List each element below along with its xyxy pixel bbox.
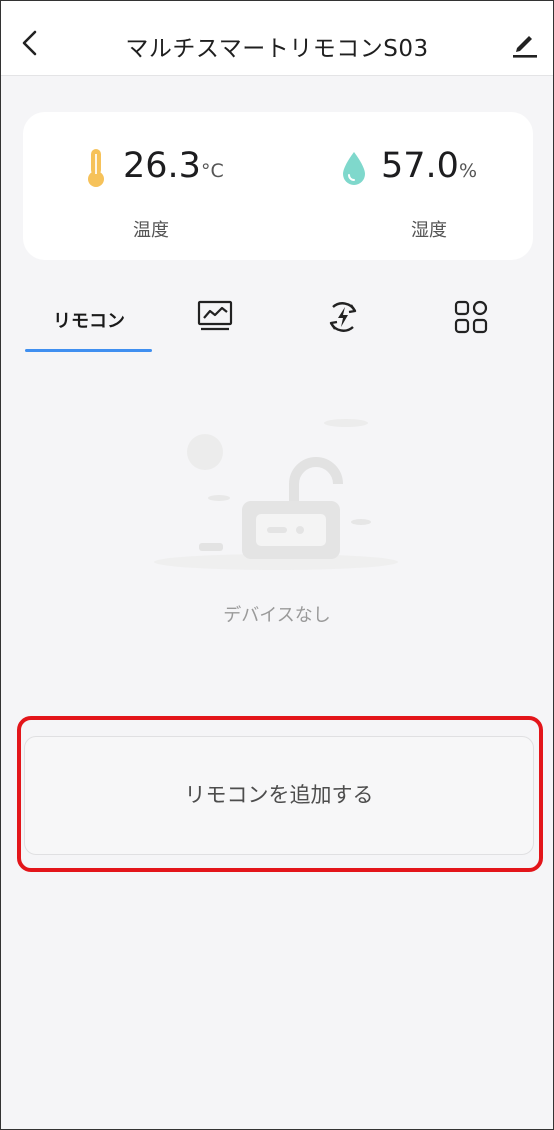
tab-bar: リモコン (1, 283, 553, 355)
tab-chart[interactable] (151, 283, 279, 355)
edit-button[interactable] (509, 27, 541, 59)
temperature-unit: °C (200, 160, 224, 182)
chevron-left-icon (22, 30, 37, 56)
temperature-value: 26.3°C (123, 146, 224, 186)
sensor-card: 26.3°C 温度 57.0% 湿度 (23, 112, 533, 260)
empty-state-text: デバイスなし (223, 605, 331, 626)
tab-energy[interactable] (279, 283, 407, 355)
chart-monitor-icon (197, 300, 233, 331)
back-button[interactable] (15, 27, 47, 59)
humidity-label: 湿度 (411, 220, 447, 241)
temperature-label: 温度 (133, 220, 169, 241)
add-remote-button[interactable]: リモコンを追加する (24, 736, 534, 855)
humidity-unit: % (458, 160, 477, 182)
app-screen: マルチスマートリモコンS03 26.3°C 温度 57.0% 湿度 リモコン デ… (0, 0, 554, 1130)
energy-refresh-icon (329, 302, 357, 332)
tab-remote[interactable]: リモコン (25, 283, 153, 355)
page-title: マルチスマートリモコンS03 (125, 36, 429, 62)
no-device-illustration-icon (154, 419, 398, 570)
tab-remote-label: リモコン (53, 311, 125, 332)
temperature-sensor: 26.3°C 温度 (83, 144, 283, 244)
water-drop-icon (343, 152, 365, 185)
humidity-number: 57.0 (381, 146, 459, 186)
temperature-number: 26.3 (123, 146, 201, 186)
pencil-icon (513, 36, 537, 58)
grid-apps-icon (454, 300, 488, 334)
humidity-sensor: 57.0% 湿度 (341, 144, 541, 244)
active-tab-indicator (25, 349, 152, 352)
tab-more[interactable] (407, 283, 535, 355)
thermometer-icon (88, 149, 104, 187)
humidity-value: 57.0% (381, 146, 477, 186)
header-bar: マルチスマートリモコンS03 (1, 1, 553, 76)
